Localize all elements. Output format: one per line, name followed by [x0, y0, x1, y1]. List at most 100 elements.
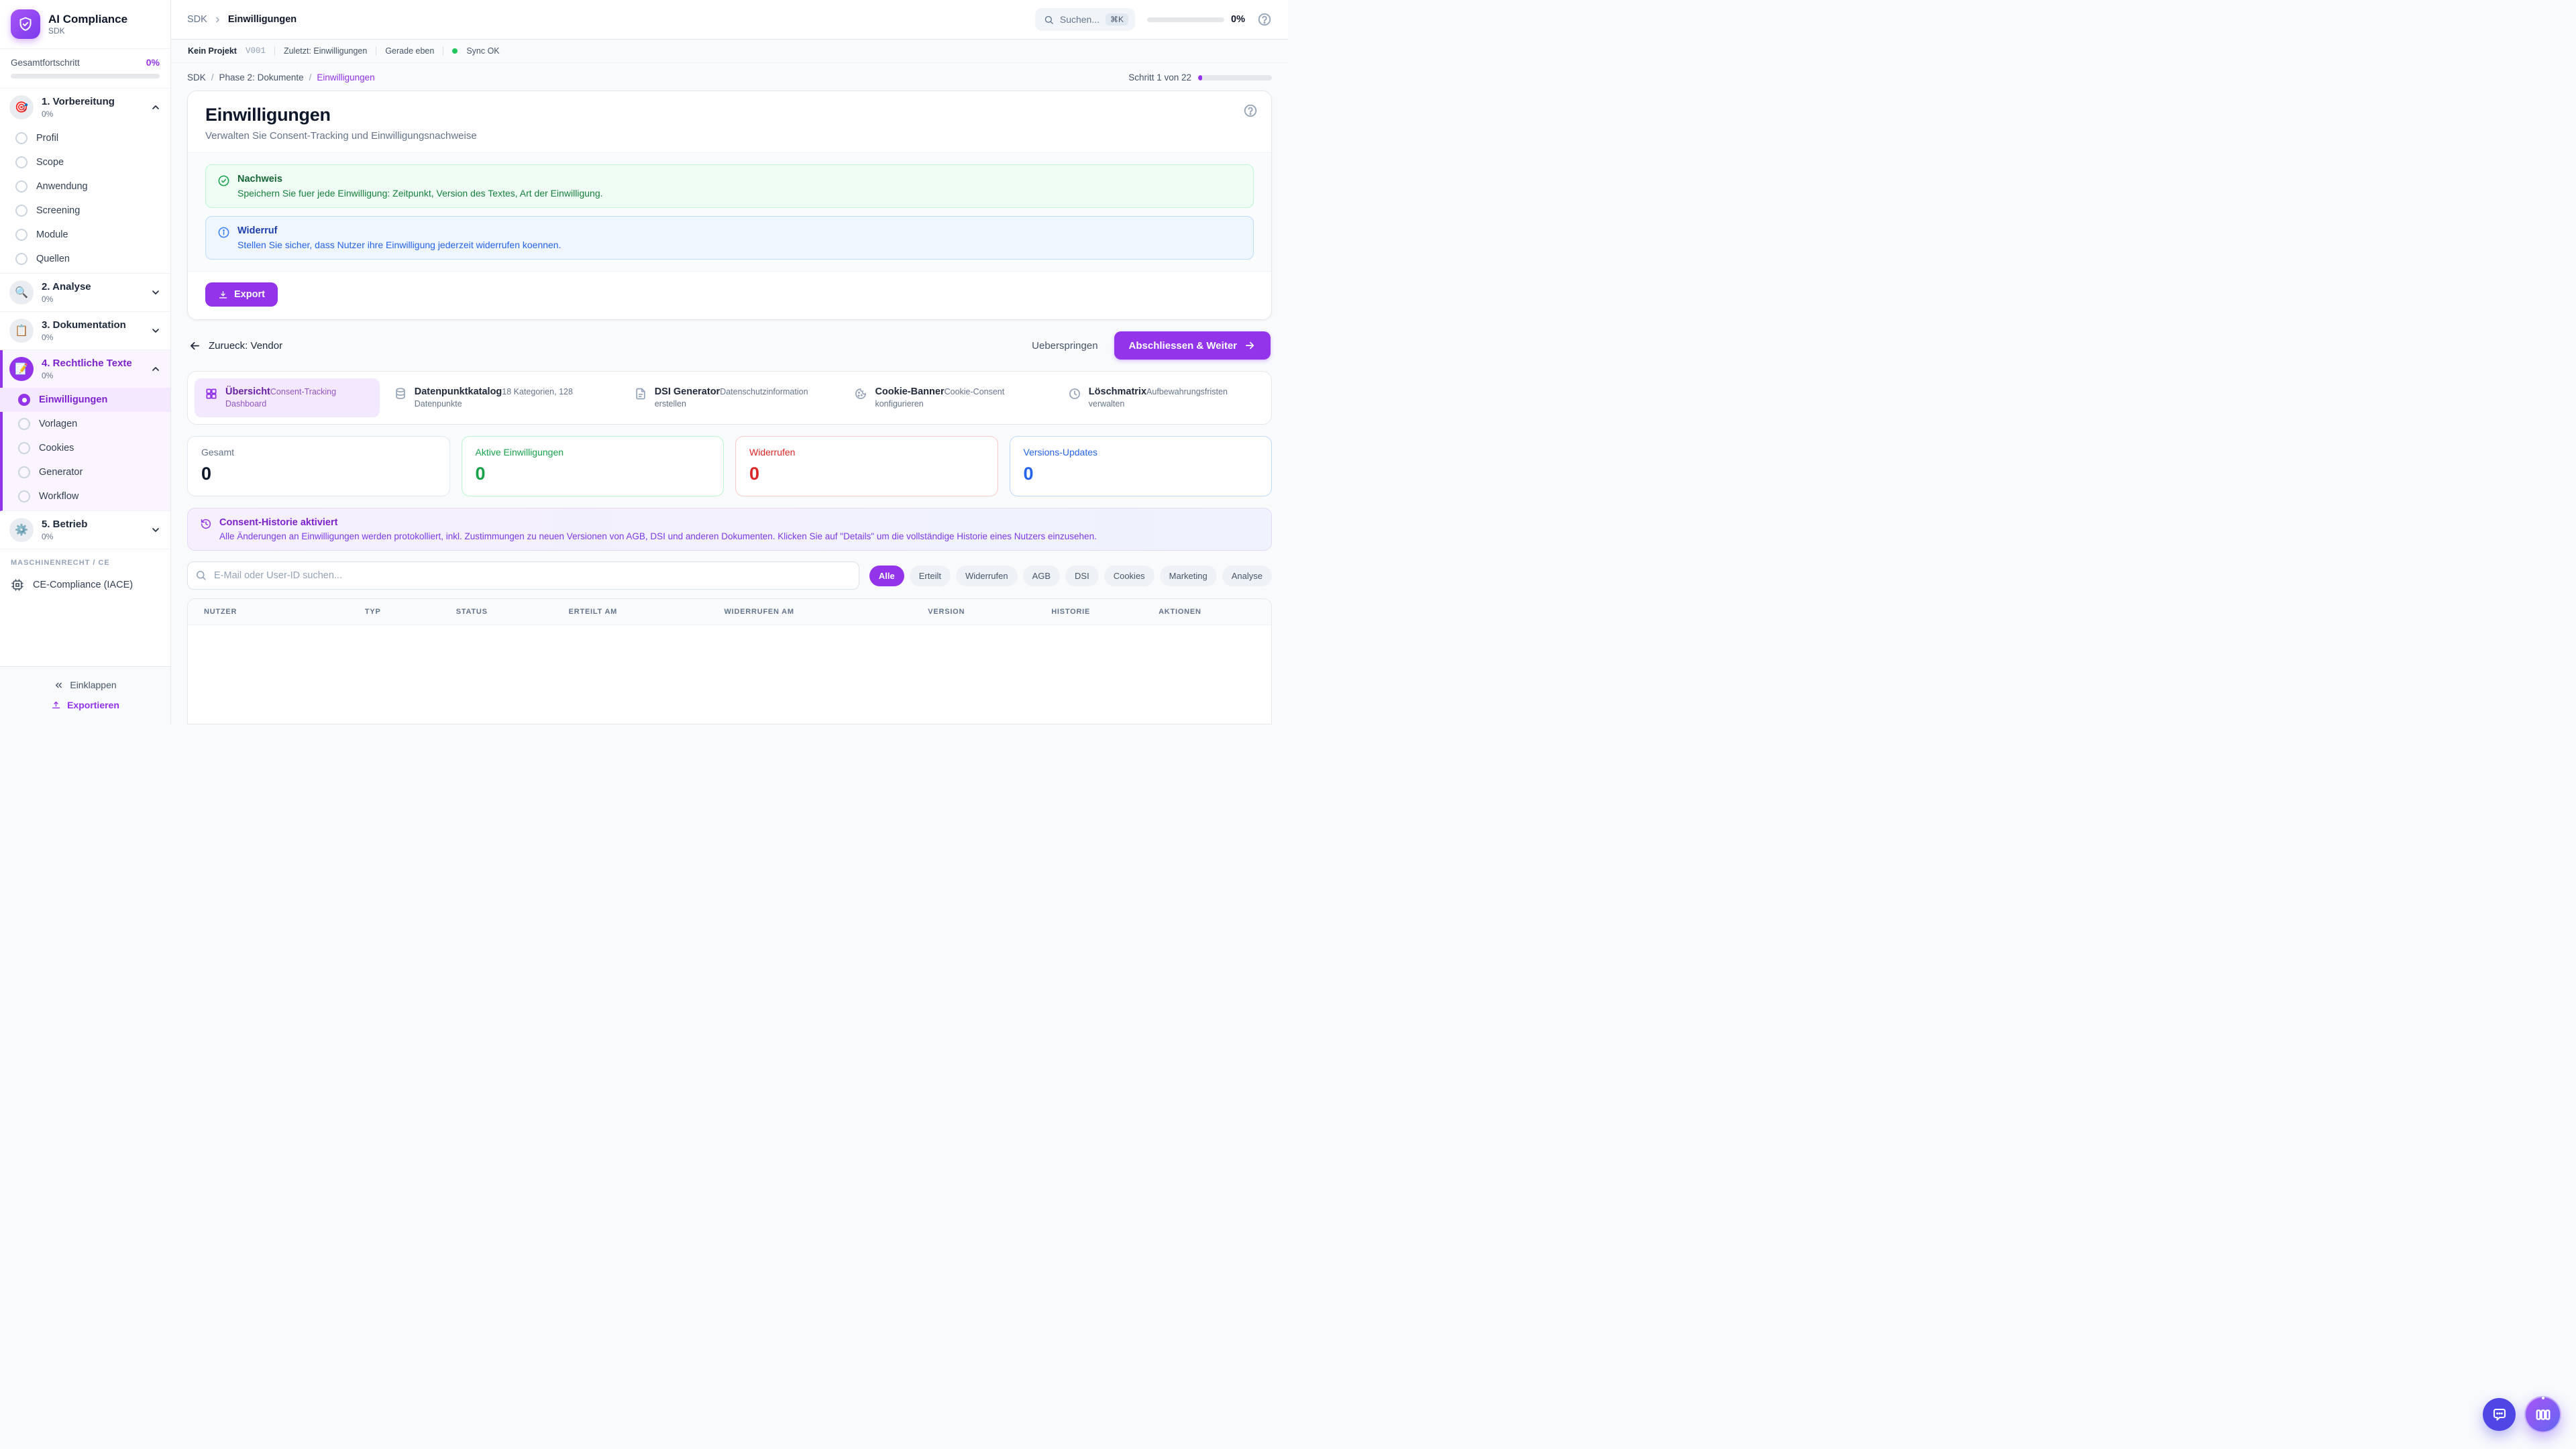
chat-bubble-icon — [2491, 1407, 2508, 1423]
target-icon: 🎯 — [9, 95, 34, 119]
overall-progress-value: 0% — [146, 57, 160, 68]
banner-title: Consent-Historie aktiviert — [219, 517, 1097, 528]
section-betrieb: ⚙️ 5. Betrieb 0% — [0, 511, 170, 549]
sidebar-item-module[interactable]: Module — [0, 223, 170, 247]
back-button[interactable]: Zurueck: Vendor — [189, 339, 282, 352]
user-search-input[interactable] — [187, 561, 859, 590]
section-header-analyse[interactable]: 🔍 2. Analyse 0% — [0, 274, 170, 311]
sidebar-item-quellen[interactable]: Quellen — [0, 247, 170, 273]
filter-agb[interactable]: AGB — [1023, 566, 1060, 586]
sidebar-item-einwilligungen[interactable]: Einwilligungen — [0, 388, 170, 412]
group-label-maschinenrecht: MASCHINENRECHT / CE — [0, 549, 170, 572]
col-aktionen: Aktionen — [1159, 608, 1255, 616]
sidebar-item-vorlagen[interactable]: Vorlagen — [0, 412, 170, 436]
section-header-rechtliche-texte[interactable]: 📝 4. Rechtliche Texte 0% — [3, 350, 170, 388]
sidebar-item-scope[interactable]: Scope — [0, 150, 170, 174]
statusbar: Kein Projekt V001 Zuletzt: Einwilligunge… — [171, 40, 1288, 63]
export-sidebar-button[interactable]: Exportieren — [11, 695, 160, 715]
gear-icon: ⚙️ — [9, 518, 34, 542]
section-title: 4. Rechtliche Texte — [42, 358, 142, 370]
sidebar-item-ce-compliance[interactable]: CE-Compliance (IACE) — [0, 572, 170, 600]
tab-uebersicht[interactable]: ÜbersichtConsent-Tracking Dashboard — [195, 378, 380, 417]
help-icon[interactable] — [1257, 12, 1272, 27]
filter-cookies[interactable]: Cookies — [1104, 566, 1155, 586]
empty-circle-icon — [18, 418, 30, 430]
tab-datenpunktkatalog[interactable]: Datenpunktkatalog18 Kategorien, 128 Date… — [384, 378, 620, 417]
upload-icon — [51, 700, 61, 710]
col-erteilt-am: Erteilt am — [569, 608, 724, 616]
filter-widerrufen[interactable]: Widerrufen — [956, 566, 1018, 586]
sidebar-item-workflow[interactable]: Workflow — [0, 484, 170, 511]
breadcrumb-sdk[interactable]: SDK — [187, 72, 206, 83]
download-icon — [218, 290, 228, 300]
breadcrumb-current-page: Einwilligungen — [317, 72, 374, 83]
sidebar-footer: Einklappen Exportieren — [0, 666, 170, 724]
sidebar-item-generator[interactable]: Generator — [0, 460, 170, 484]
kanban-fab-button[interactable] — [2524, 1396, 2561, 1433]
search-icon — [1044, 15, 1054, 25]
sidebar-item-anwendung[interactable]: Anwendung — [0, 174, 170, 199]
global-search[interactable]: Suchen... ⌘K — [1035, 8, 1135, 31]
chevron-down-icon — [150, 287, 161, 298]
version-badge: V001 — [246, 46, 266, 56]
tab-title: Cookie-Banner — [875, 386, 944, 397]
breadcrumb-phase[interactable]: Phase 2: Dokumente — [219, 72, 304, 83]
complete-next-button[interactable]: Abschliessen & Weiter — [1114, 331, 1271, 360]
search-shortcut-badge: ⌘K — [1106, 13, 1128, 25]
stat-label: Widerrufen — [749, 447, 984, 458]
filter-alle[interactable]: Alle — [869, 566, 904, 586]
section-dokumentation: 📋 3. Dokumentation 0% — [0, 312, 170, 350]
filter-dsi[interactable]: DSI — [1065, 566, 1099, 586]
sidebar-item-screening[interactable]: Screening — [0, 199, 170, 223]
tab-cookie-banner[interactable]: Cookie-BannerCookie-Consent konfiguriere… — [844, 378, 1053, 417]
filter-marketing[interactable]: Marketing — [1160, 566, 1217, 586]
empty-circle-icon — [15, 229, 28, 241]
card-help-icon[interactable] — [1243, 103, 1258, 118]
col-widerrufen-am: Widerrufen am — [724, 608, 928, 616]
export-button[interactable]: Export — [205, 282, 278, 307]
section-header-vorbereitung[interactable]: 🎯 1. Vorbereitung 0% — [0, 89, 170, 126]
tab-loeschmatrix[interactable]: LöschmatrixAufbewahrungsfristen verwalte… — [1058, 378, 1265, 417]
section-title: 2. Analyse — [42, 281, 142, 294]
section-progress: 0% — [42, 371, 142, 380]
user-search — [187, 561, 859, 590]
breadcrumb-root[interactable]: SDK — [187, 14, 207, 25]
col-typ: Typ — [365, 608, 456, 616]
clipboard-icon: 📋 — [9, 319, 34, 343]
empty-circle-icon — [15, 205, 28, 217]
item-label: Profil — [36, 133, 58, 144]
breadcrumb-current: Einwilligungen — [228, 14, 297, 25]
table-header-row: Nutzer Typ Status Erteilt am Widerrufen … — [188, 599, 1271, 625]
back-label: Zurueck: Vendor — [209, 340, 282, 352]
collapse-sidebar-button[interactable]: Einklappen — [11, 675, 160, 695]
section-header-betrieb[interactable]: ⚙️ 5. Betrieb 0% — [0, 511, 170, 549]
stat-value: 0 — [476, 464, 710, 484]
chat-fab-button[interactable] — [2483, 1398, 2516, 1431]
last-saved-time: Gerade eben — [385, 46, 434, 56]
app-subtitle: SDK — [48, 26, 127, 36]
tab-title: Übersicht — [225, 386, 270, 397]
next-label: Abschliessen & Weiter — [1129, 340, 1237, 352]
item-label: CE-Compliance (IACE) — [33, 580, 133, 590]
empty-circle-icon — [15, 180, 28, 193]
col-historie: Historie — [1051, 608, 1159, 616]
project-name: Kein Projekt — [188, 46, 237, 56]
skip-button[interactable]: Ueberspringen — [1032, 340, 1097, 352]
filter-pills: Alle Erteilt Widerrufen AGB DSI Cookies … — [869, 566, 1272, 586]
radio-selected-icon — [18, 394, 30, 406]
sidebar-item-cookies[interactable]: Cookies — [0, 436, 170, 460]
filter-erteilt[interactable]: Erteilt — [910, 566, 951, 586]
app-window: AI Compliance SDK Gesamtfortschritt 0% 🎯… — [0, 0, 1288, 724]
breadcrumb: SDK Einwilligungen — [187, 14, 297, 25]
tab-dsi-generator[interactable]: DSI GeneratorDatenschutzinformation erst… — [624, 378, 841, 417]
empty-circle-icon — [15, 132, 28, 144]
info-circle-icon — [217, 226, 230, 250]
empty-circle-icon — [18, 490, 30, 502]
filter-analyse[interactable]: Analyse — [1222, 566, 1272, 586]
section-header-dokumentation[interactable]: 📋 3. Dokumentation 0% — [0, 312, 170, 350]
section-progress: 0% — [42, 333, 142, 342]
section-title: 5. Betrieb — [42, 519, 142, 531]
sidebar-item-profil[interactable]: Profil — [0, 126, 170, 150]
empty-circle-icon — [15, 253, 28, 265]
step-indicator: Schritt 1 von 22 — [1128, 72, 1272, 83]
